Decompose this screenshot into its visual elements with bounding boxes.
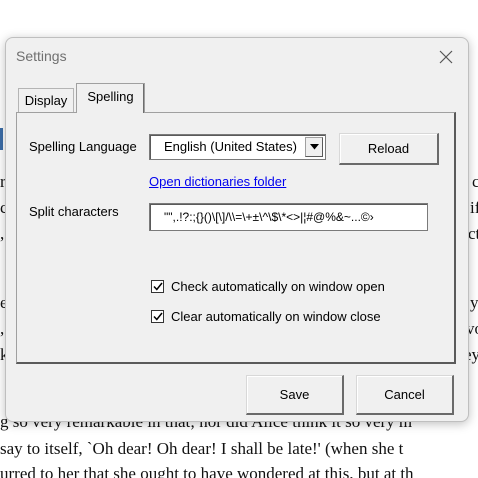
close-icon <box>439 50 453 64</box>
check-on-open-checkbox[interactable] <box>151 279 164 293</box>
doc-text-line: urred to her that she ought to have wond… <box>0 464 414 478</box>
doc-text-fragment: ct <box>468 224 478 243</box>
chevron-down-icon <box>309 144 319 150</box>
clear-on-close-label: Clear automatically on window close <box>171 308 381 324</box>
dialog-title: Settings <box>16 48 67 64</box>
checkmark-icon <box>152 312 163 321</box>
spelling-language-value: English (United States) <box>164 139 297 154</box>
doc-text-fragment: , <box>0 319 5 338</box>
check-on-open-row[interactable]: Check automatically on window open <box>151 278 385 294</box>
reload-button[interactable]: Reload <box>339 133 439 165</box>
split-characters-input[interactable]: "",.!?:;{}()\[\]/\\=\+±\^\$\*<>|¦#@%&~..… <box>149 203 428 231</box>
spelling-language-select[interactable]: English (United States) <box>149 134 326 160</box>
close-button[interactable] <box>434 46 458 68</box>
doc-text-fragment: c <box>472 172 478 191</box>
check-on-open-label: Check automatically on window open <box>171 278 385 294</box>
cancel-button[interactable]: Cancel <box>356 375 454 415</box>
dropdown-button[interactable] <box>305 137 323 157</box>
tab-spelling[interactable]: Spelling <box>76 83 145 113</box>
open-dictionaries-folder-link[interactable]: Open dictionaries folder <box>149 174 286 189</box>
doc-text-fragment: , <box>0 224 5 243</box>
doc-text-fragment: if <box>470 198 478 217</box>
settings-dialog: Settings Display Spelling Spelling Langu… <box>5 37 469 422</box>
clear-on-close-checkbox[interactable] <box>151 309 164 323</box>
save-button[interactable]: Save <box>246 375 344 415</box>
clear-on-close-row[interactable]: Clear automatically on window close <box>151 308 381 324</box>
tab-display[interactable]: Display <box>18 88 74 112</box>
doc-heading-marker <box>0 128 3 150</box>
checkmark-icon <box>152 282 163 291</box>
split-characters-label: Split characters <box>29 204 119 219</box>
spelling-language-label: Spelling Language <box>29 139 137 154</box>
doc-text-line: say to itself, `Oh dear! Oh dear! I shal… <box>0 439 404 458</box>
doc-text-fragment: y <box>470 293 478 312</box>
